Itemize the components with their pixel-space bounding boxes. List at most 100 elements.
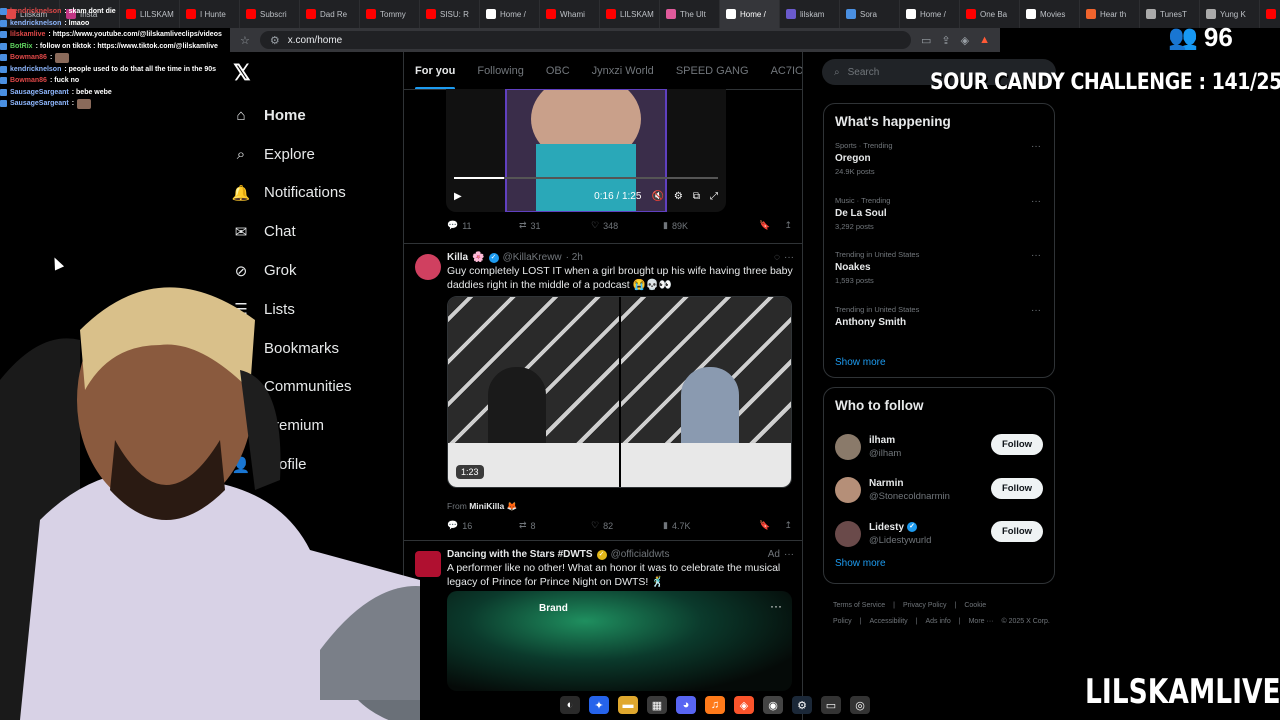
obs-icon[interactable]: ◉ [763, 696, 783, 714]
trend-item[interactable]: Trending in United States Noakes 1,593 pos… [835, 250, 1043, 305]
nav-item-notifications[interactable]: 🔔 Notifications [232, 174, 352, 213]
rewards-icon[interactable]: ▲ [979, 34, 990, 46]
more-icon[interactable]: ··· [784, 252, 794, 263]
fl-studio-icon[interactable]: ♫ [705, 696, 725, 714]
footer-link[interactable]: Ads info [925, 618, 950, 625]
follow-button[interactable]: Follow [991, 521, 1043, 542]
follow-name[interactable]: ilham [869, 435, 895, 446]
browser-tab[interactable]: Home / [900, 0, 960, 28]
video-player[interactable]: ▶ 0:16 / 1:25 🔇 ⚙ ⧉ ⤢ [446, 89, 726, 212]
post-media[interactable]: Brand ··· [447, 591, 792, 691]
trend-item[interactable]: Sports · Trending Oregon 24.9K posts ··· [835, 141, 1043, 196]
browser-tab[interactable]: Hear th [1080, 0, 1140, 28]
views-button[interactable]: ▮ 4.7K [663, 520, 735, 531]
steam-icon[interactable]: ⚙ [792, 696, 812, 714]
browser-tab[interactable]: Dad Re [300, 0, 360, 28]
browser-tab[interactable]: Movies [1020, 0, 1080, 28]
post[interactable]: Killa 🌸 ✓ @KillaKreww · 2h ◌ ··· Guy com… [404, 243, 802, 543]
timeline-tab[interactable]: AC7IONHOU [771, 65, 802, 77]
trend-item[interactable]: Music · Trending De La Soul 3,292 posts ··· [835, 196, 1043, 251]
post-media[interactable]: 1:23 [447, 296, 792, 488]
handle[interactable]: @officialdwts [611, 549, 670, 560]
more-icon[interactable]: ··· [784, 549, 794, 560]
reply-button[interactable]: 💬 11 [447, 220, 519, 231]
share-icon[interactable]: ⇪ [941, 34, 950, 47]
settings-icon[interactable]: ⚙ [674, 191, 683, 202]
store-icon[interactable]: ▦ [647, 696, 667, 714]
play-icon[interactable]: ▶ [454, 191, 462, 202]
browser-tab[interactable]: Sora [840, 0, 900, 28]
more-icon[interactable]: ··· [1031, 305, 1041, 316]
show-more-link[interactable]: Show more [835, 558, 1043, 569]
avatar[interactable] [835, 477, 861, 504]
browser-tab[interactable]: Still [1260, 0, 1280, 28]
timeline-tab[interactable]: Jynxzi World [592, 65, 654, 77]
footer-link[interactable]: Privacy Policy [903, 602, 947, 609]
timeline-tab[interactable]: SPEED GANG [676, 65, 749, 77]
display-name[interactable]: Killa [447, 252, 468, 263]
pip-icon[interactable]: ⧉ [693, 191, 700, 202]
browser-tab[interactable]: LILSKAM [600, 0, 660, 28]
follow-button[interactable]: Follow [991, 434, 1043, 455]
more-icon[interactable]: ··· [1031, 250, 1041, 261]
share-icon[interactable]: ↥ [784, 520, 792, 531]
nav-item-chat[interactable]: ✉ Chat [232, 212, 352, 251]
repost-button[interactable]: ⇄ 8 [519, 520, 591, 531]
views-button[interactable]: ▮ 89K [663, 220, 735, 231]
browser-tab[interactable]: One Ba [960, 0, 1020, 28]
follow-name[interactable]: Narmin [869, 478, 903, 489]
trend-item[interactable]: Trending in United States Anthony Smith ··… [835, 305, 1043, 360]
nav-item-explore[interactable]: ⌕ Explore [232, 135, 352, 174]
browser-tab[interactable]: Tommy [360, 0, 420, 28]
timeline-tab[interactable]: For you [415, 65, 456, 89]
url-field[interactable]: ⚙ x.com/home [259, 31, 912, 49]
more-icon[interactable]: ··· [1031, 196, 1041, 207]
post-time[interactable]: · 2h [566, 252, 583, 263]
timeline-tab[interactable]: OBC [546, 65, 570, 77]
follow-suggestion[interactable]: ilham @ilham Follow [835, 425, 1043, 469]
install-icon[interactable]: ▭ [921, 34, 931, 47]
footer-link[interactable]: Terms of Service [833, 602, 885, 609]
media-more-icon[interactable]: ··· [770, 599, 782, 613]
brave-icon[interactable]: ◈ [734, 696, 754, 714]
from-account[interactable]: MiniKilla 🦊 [469, 501, 517, 511]
display-name[interactable]: Dancing with the Stars #DWTS [447, 549, 593, 560]
more-icon[interactable]: ··· [1031, 141, 1041, 152]
timeline-tab[interactable]: Following [477, 65, 523, 77]
footer-link[interactable]: More ··· [969, 618, 994, 625]
follow-name[interactable]: Lidesty [869, 522, 904, 533]
copilot-icon[interactable]: ✦ [589, 696, 609, 714]
repost-button[interactable]: ⇄ 31 [519, 220, 591, 231]
folder-icon[interactable]: ▬ [618, 696, 638, 714]
browser-tab[interactable]: lilskam [780, 0, 840, 28]
handle[interactable]: @KillaKreww [503, 252, 562, 263]
footer-link[interactable]: © 2025 X Corp. [1001, 618, 1049, 625]
nav-item-home[interactable]: ⌂ Home [232, 96, 352, 135]
grok-icon[interactable]: ◌ [774, 252, 780, 263]
4k-icon[interactable]: ◎ [850, 696, 870, 714]
bookmark-icon[interactable]: 🔖 [759, 220, 770, 231]
browser-tab[interactable]: SISU: R [420, 0, 480, 28]
app-icon[interactable]: ▭ [821, 696, 841, 714]
mute-icon[interactable]: 🔇 [651, 191, 663, 202]
browser-tab[interactable]: Home / [720, 0, 780, 28]
like-button[interactable]: ♡ 82 [591, 520, 663, 531]
footer-link[interactable]: Accessibility [870, 618, 908, 625]
ad-post[interactable]: Dancing with the Stars #DWTS ✓ @official… [404, 540, 802, 720]
discord-icon[interactable]: ◕ [676, 696, 696, 714]
follow-button[interactable]: Follow [991, 477, 1043, 499]
follow-suggestion[interactable]: Lidesty ✓ @Lidestywurld Follow [835, 512, 1043, 556]
avatar[interactable] [835, 433, 861, 460]
x-logo[interactable]: 𝕏 [233, 60, 251, 86]
video-progress-bar[interactable] [454, 177, 718, 179]
share-icon[interactable]: ↥ [784, 220, 792, 231]
site-info-icon[interactable]: ⚙ [270, 34, 280, 47]
reply-button[interactable]: 💬 16 [447, 520, 519, 531]
browser-tab[interactable]: Whami [540, 0, 600, 28]
browser-tab[interactable]: Home / [480, 0, 540, 28]
bookmark-icon[interactable]: 🔖 [759, 520, 770, 531]
follow-suggestion[interactable]: Narmin @Stonecoldnarmin Follow [835, 469, 1043, 513]
app-icon[interactable]: ◐ [560, 696, 580, 714]
brave-shield-icon[interactable]: ◈ [961, 34, 969, 47]
browser-tab[interactable]: The Ult [660, 0, 720, 28]
